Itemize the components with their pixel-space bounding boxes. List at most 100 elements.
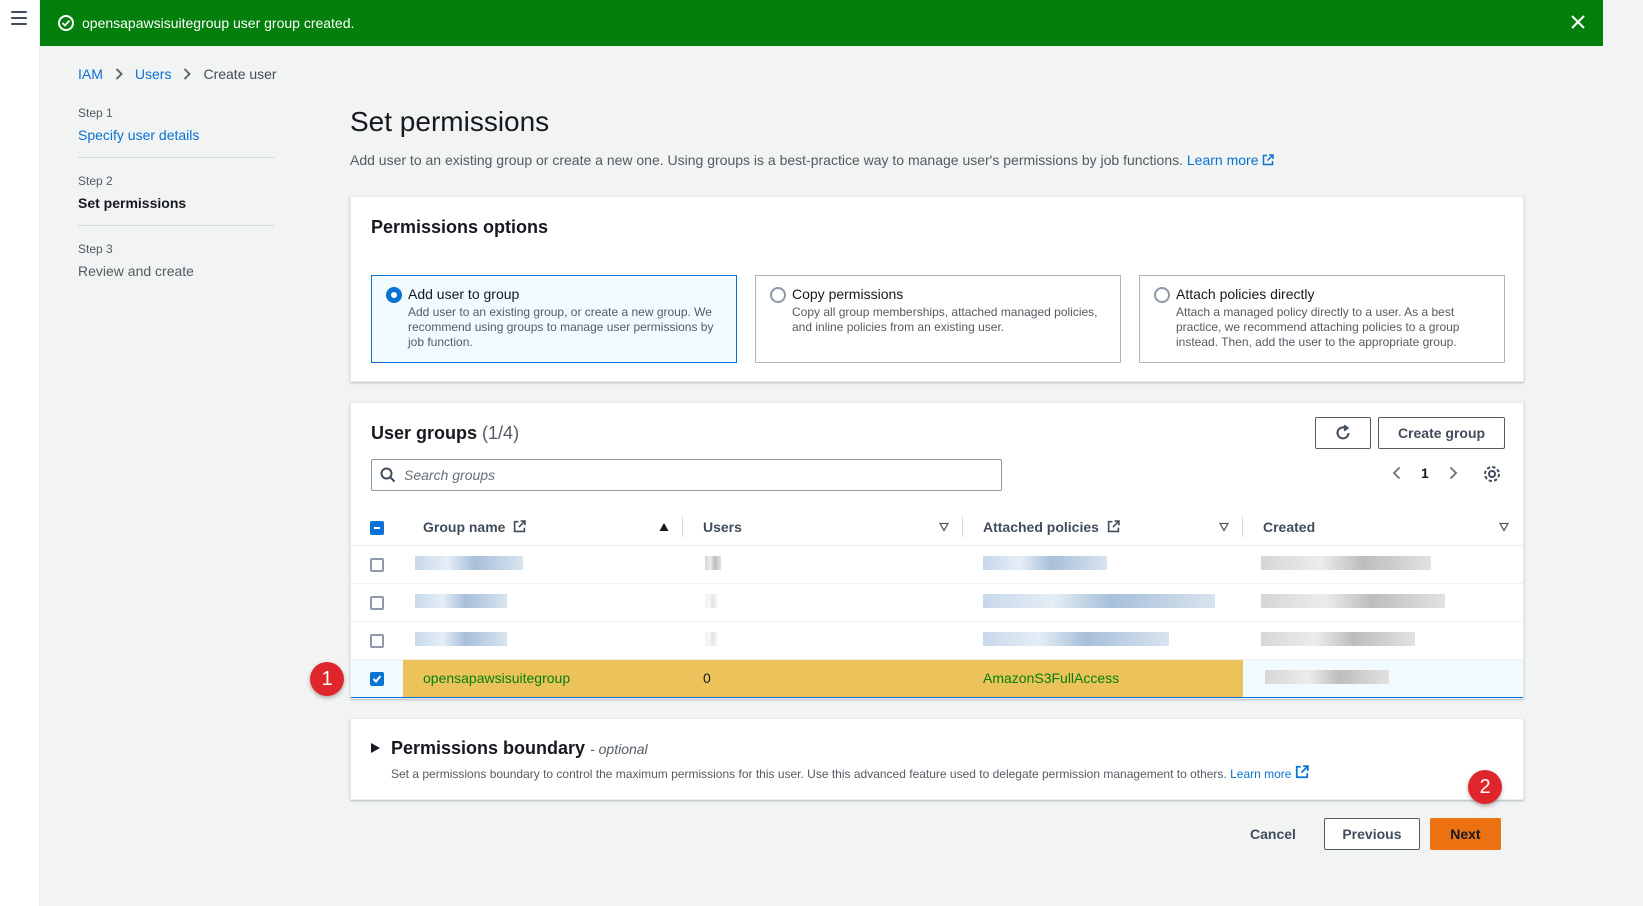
redacted-text: [415, 631, 507, 646]
optional-label: - optional: [590, 741, 648, 757]
redacted-created: [1243, 621, 1523, 660]
redacted-text: [705, 593, 717, 608]
column-label: Attached policies: [983, 518, 1099, 535]
redacted-users: [683, 583, 963, 622]
user-groups-label: User groups: [371, 423, 478, 443]
sort-icon[interactable]: [939, 522, 949, 532]
row-select-cell: [351, 583, 403, 622]
redacted-policies: [963, 621, 1243, 660]
learn-more-label: Learn more: [1186, 152, 1259, 168]
page-number[interactable]: 1: [1421, 465, 1429, 481]
close-icon[interactable]: [1569, 13, 1587, 31]
row-checkbox[interactable]: [370, 634, 384, 649]
group-name-cell: opensapawsisuitegroup: [403, 658, 683, 698]
next-button[interactable]: Next: [1429, 818, 1501, 850]
column-label: Created: [1263, 518, 1316, 535]
success-flashbar: opensapawsisuitegroup user group created…: [40, 0, 1603, 46]
redacted-text: [1261, 593, 1445, 608]
column-created[interactable]: Created: [1243, 509, 1523, 546]
option-title: Attach policies directly: [1176, 286, 1315, 302]
next-page-icon[interactable]: [1447, 466, 1459, 480]
boundary-description: Set a permissions boundary to control th…: [391, 765, 1310, 781]
group-name-link[interactable]: opensapawsisuitegroup: [423, 670, 570, 686]
column-attached-policies[interactable]: Attached policies: [963, 509, 1243, 546]
wizard-actions: Cancel Previous Next: [1250, 818, 1501, 850]
user-groups-title: User groups (1/4): [371, 423, 519, 444]
table-row[interactable]: [351, 583, 1523, 622]
redacted-created: [1243, 583, 1523, 622]
column-users[interactable]: Users: [683, 509, 963, 546]
option-attach-policies-directly[interactable]: Attach policies directly Attach a manage…: [1139, 275, 1505, 363]
sort-ascending-icon[interactable]: [659, 522, 669, 532]
boundary-learn-more-link[interactable]: Learn more: [1230, 765, 1310, 781]
breadcrumb-iam[interactable]: IAM: [78, 66, 103, 82]
row-checkbox[interactable]: [370, 558, 384, 573]
redacted-text: [415, 593, 507, 608]
attached-policies-cell: AmazonS3FullAccess: [963, 658, 1243, 698]
radio-unselected[interactable]: [770, 287, 786, 303]
selected-table-row[interactable]: opensapawsisuitegroup 0 AmazonS3FullAcce…: [351, 658, 1523, 698]
check-circle-icon: [58, 15, 74, 31]
redacted-text: [1261, 631, 1415, 646]
redacted-text: [1265, 669, 1389, 684]
table-row[interactable]: [351, 621, 1523, 660]
row-checkbox[interactable]: [370, 596, 384, 611]
step-1: Step 1 Specify user details: [78, 106, 274, 158]
refresh-button[interactable]: [1315, 417, 1371, 449]
description-text: Add user to an existing group or create …: [350, 152, 1183, 168]
previous-button[interactable]: Previous: [1323, 818, 1420, 850]
user-groups-table: Group name Users Attached policies Creat…: [351, 509, 1523, 698]
redacted-policies: [963, 583, 1243, 622]
radio-selected[interactable]: [386, 287, 402, 303]
cancel-button[interactable]: Cancel: [1250, 826, 1296, 842]
settings-gear-icon[interactable]: [1482, 464, 1502, 484]
previous-page-icon[interactable]: [1391, 466, 1403, 480]
select-all-cell: [351, 509, 403, 546]
step-link-specify-user-details[interactable]: Specify user details: [78, 127, 274, 143]
sort-icon[interactable]: [1219, 522, 1229, 532]
redacted-text: [983, 631, 1169, 646]
permissions-boundary-toggle[interactable]: Permissions boundary - optional: [391, 738, 648, 759]
option-copy-permissions[interactable]: Copy permissions Copy all group membersh…: [755, 275, 1121, 363]
search-icon: [380, 467, 396, 483]
permissions-options-panel: Permissions options Add user to group Ad…: [350, 196, 1524, 382]
column-label: Group name: [423, 518, 506, 535]
redacted-policies: [963, 545, 1243, 584]
boundary-desc-text: Set a permissions boundary to control th…: [391, 767, 1227, 781]
page: opensapawsisuitegroup user group created…: [40, 0, 1643, 906]
table-row[interactable]: [351, 545, 1523, 584]
annotation-badge-2: 2: [1468, 770, 1502, 804]
sort-icon[interactable]: [1499, 522, 1509, 532]
redacted-group-name: [403, 621, 683, 660]
search-groups: [371, 459, 1002, 491]
table-header-row: Group name Users Attached policies Creat…: [351, 509, 1523, 546]
select-all-checkbox[interactable]: [370, 520, 384, 535]
user-groups-count: (1/4): [482, 423, 520, 443]
breadcrumb: IAM Users Create user: [78, 66, 277, 82]
search-input[interactable]: [404, 467, 994, 483]
step-3: Step 3 Review and create: [78, 242, 274, 293]
policy-link[interactable]: AmazonS3FullAccess: [983, 670, 1119, 686]
option-description: Copy all group memberships, attached man…: [792, 305, 1098, 334]
redacted-users: [683, 545, 963, 584]
users-cell: 0: [683, 658, 963, 698]
external-link-icon: [1296, 765, 1310, 779]
radio-unselected[interactable]: [1154, 287, 1170, 303]
column-group-name[interactable]: Group name: [403, 509, 683, 546]
redacted-created: [1243, 658, 1523, 698]
left-rail: [0, 0, 40, 906]
expand-caret-icon[interactable]: [371, 743, 380, 753]
external-link-icon: [514, 520, 527, 532]
option-add-user-to-group[interactable]: Add user to group Add user to an existin…: [371, 275, 737, 363]
menu-icon[interactable]: [11, 11, 27, 25]
option-description: Attach a managed policy directly to a us…: [1176, 305, 1460, 349]
redacted-users: [683, 621, 963, 660]
redacted-group-name: [403, 583, 683, 622]
breadcrumb-users[interactable]: Users: [135, 66, 172, 82]
learn-more-link[interactable]: Learn more: [1187, 152, 1275, 168]
create-group-button[interactable]: Create group: [1378, 417, 1505, 449]
redacted-text: [705, 631, 717, 646]
step-number: Step 2: [78, 174, 113, 188]
row-checkbox-checked[interactable]: [370, 672, 384, 687]
step-current-set-permissions: Set permissions: [78, 195, 187, 211]
